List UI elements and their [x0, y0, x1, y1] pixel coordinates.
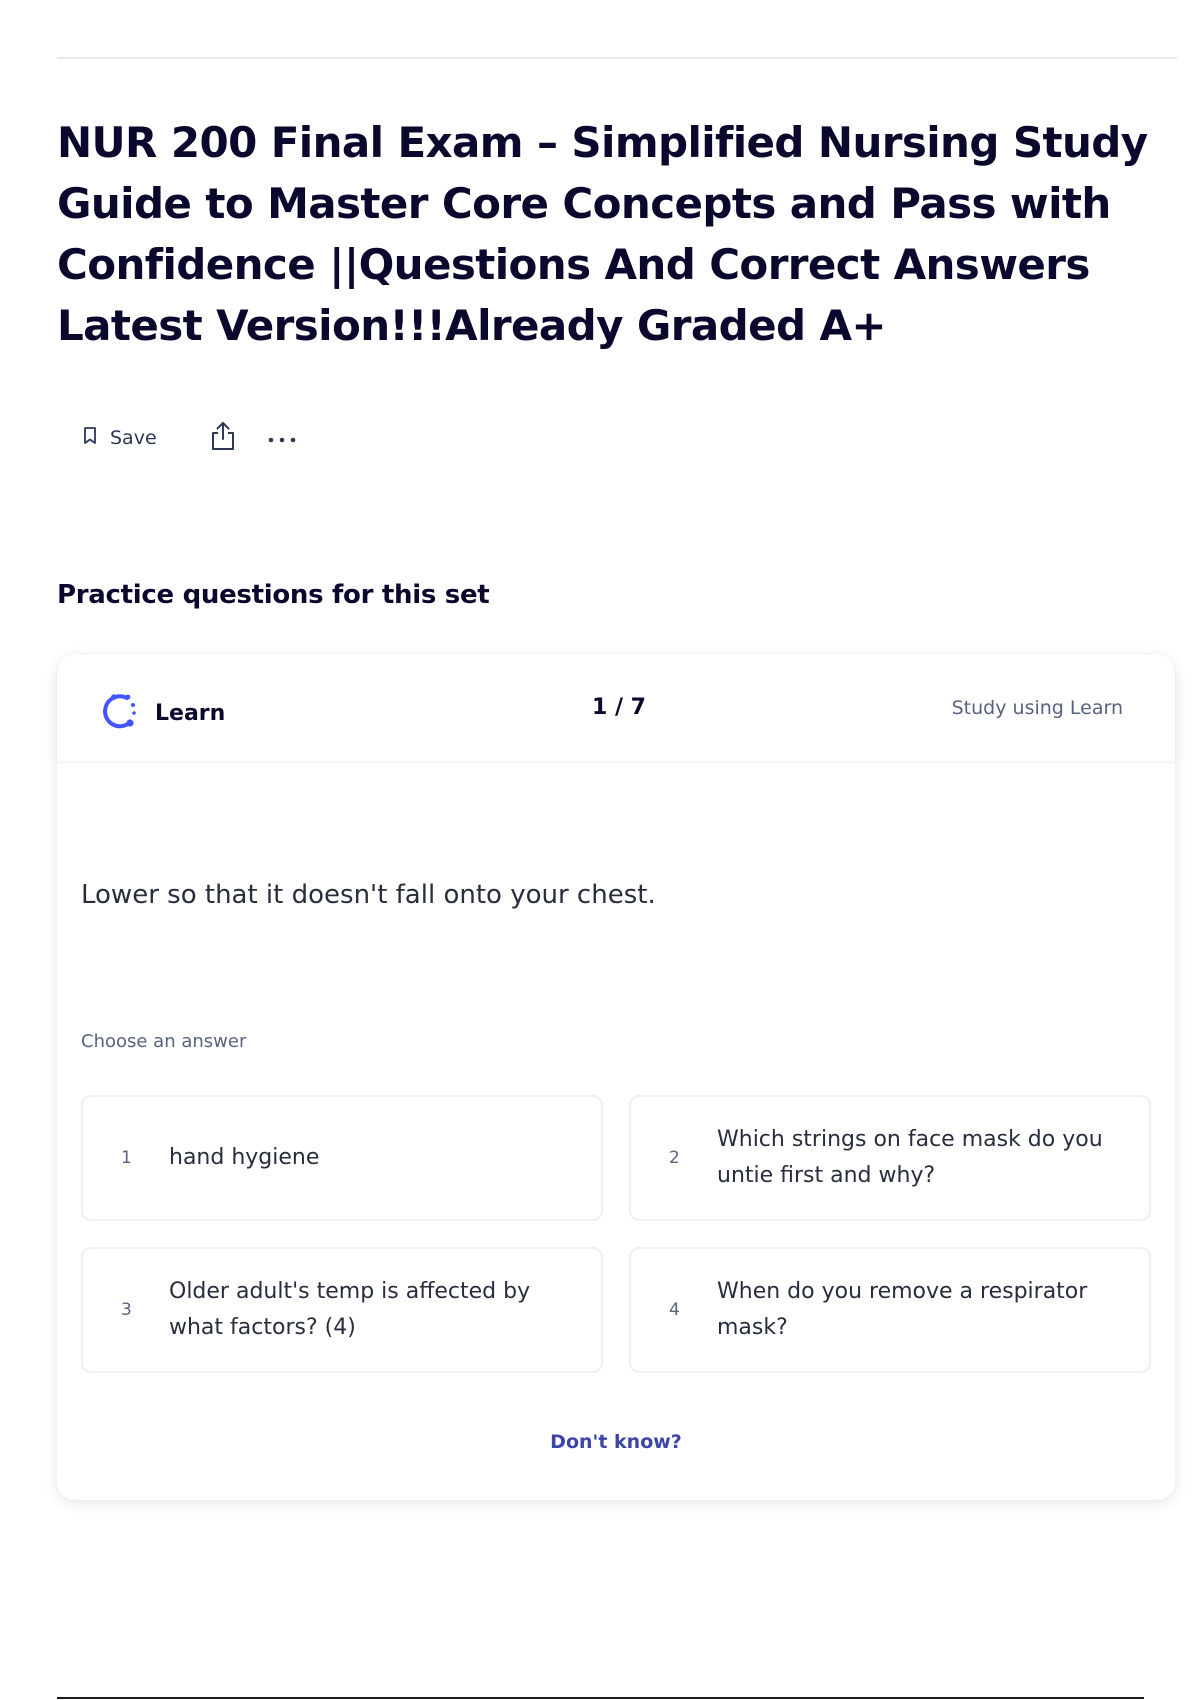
- page-title: NUR 200 Final Exam – Simplified Nursing …: [57, 118, 1148, 350]
- save-label: Save: [110, 427, 157, 449]
- practice-heading: Practice questions for this set: [57, 580, 490, 610]
- option-text: When do you remove a respirator mask?: [717, 1279, 1088, 1340]
- answer-option-2[interactable]: 2 Which strings on face mask do you unti…: [629, 1095, 1151, 1221]
- learn-mode: Learn: [97, 689, 225, 737]
- share-icon: [209, 420, 237, 456]
- option-text: hand hygiene: [169, 1145, 320, 1170]
- action-bar: Save: [82, 418, 297, 458]
- dont-know-row: Don't know?: [57, 1431, 1175, 1453]
- answer-option-4[interactable]: 4 When do you remove a respirator mask?: [629, 1247, 1151, 1373]
- option-text: Older adult's temp is affected by what f…: [169, 1279, 531, 1340]
- learn-icon: [97, 689, 141, 737]
- option-text: Which strings on face mask do you untie …: [717, 1127, 1103, 1188]
- choose-answer-label: Choose an answer: [81, 1031, 247, 1052]
- question-term: Lower so that it doesn't fall onto your …: [81, 880, 656, 910]
- dont-know-button[interactable]: Don't know?: [550, 1431, 682, 1453]
- study-using-learn-link[interactable]: Study using Learn: [952, 697, 1123, 719]
- bottom-divider: [57, 1697, 1144, 1699]
- option-number: 1: [121, 1148, 132, 1168]
- option-number: 3: [121, 1300, 132, 1320]
- answer-option-1[interactable]: 1 hand hygiene: [81, 1095, 603, 1221]
- card-header: Learn 1 / 7 Study using Learn: [57, 655, 1175, 762]
- share-button[interactable]: [209, 420, 237, 456]
- bookmark-icon: [82, 426, 98, 450]
- option-number: 2: [669, 1148, 680, 1168]
- practice-card: Learn 1 / 7 Study using Learn Lower so t…: [57, 655, 1175, 1500]
- save-button[interactable]: Save: [82, 426, 157, 450]
- progress-indicator: 1 / 7: [592, 695, 646, 720]
- option-number: 4: [669, 1300, 680, 1320]
- learn-label: Learn: [155, 700, 226, 726]
- more-options-button[interactable]: [267, 429, 297, 448]
- answer-option-3[interactable]: 3 Older adult's temp is affected by what…: [81, 1247, 603, 1373]
- more-horizontal-icon: [267, 429, 297, 448]
- top-divider: [57, 57, 1177, 59]
- answer-options: 1 hand hygiene 2 Which strings on face m…: [81, 1095, 1151, 1373]
